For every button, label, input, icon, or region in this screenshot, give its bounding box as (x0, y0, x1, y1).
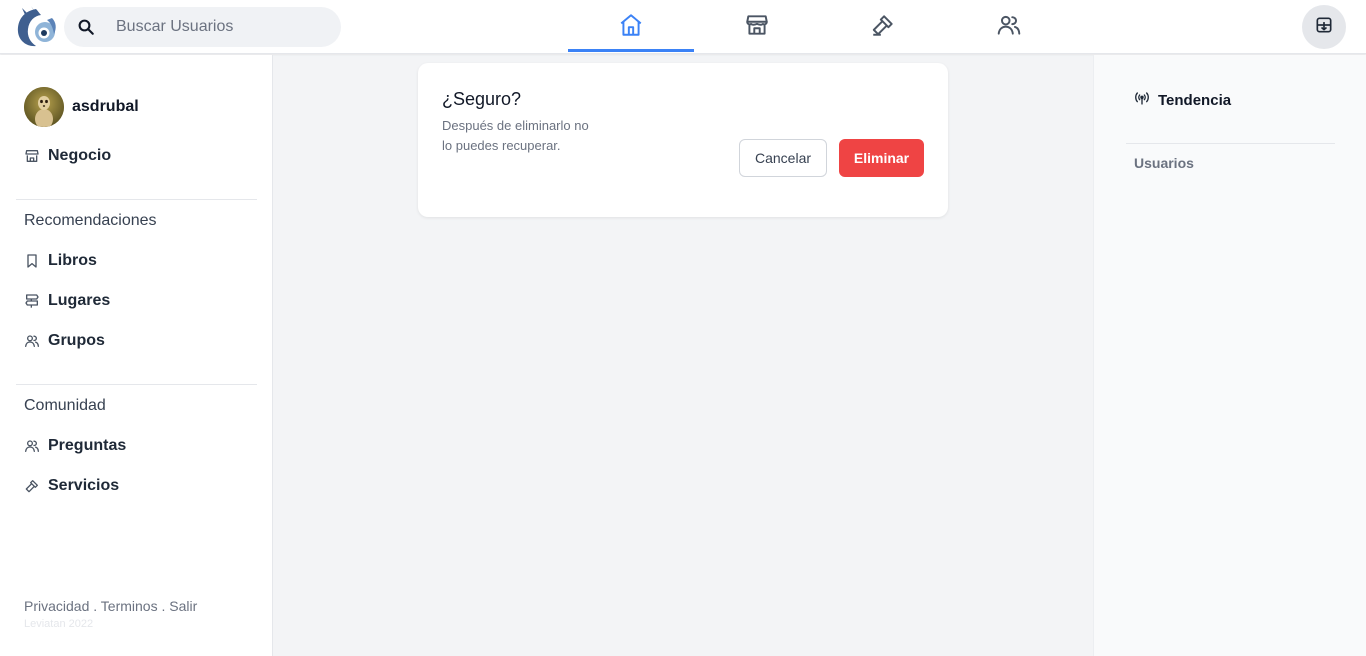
store-icon (24, 148, 40, 164)
sidebar-item-label: Lugares (48, 292, 111, 309)
logo[interactable] (14, 6, 58, 48)
search-input[interactable] (116, 18, 336, 36)
avatar (24, 87, 64, 127)
users-icon (996, 12, 1022, 43)
confirm-delete-dialog: ¿Seguro? Después de eliminarlo no lo pue… (418, 63, 948, 217)
sidebar-item-label: Preguntas (48, 437, 127, 454)
trending-header: Tendencia (1134, 91, 1231, 110)
bookmark-icon (24, 253, 40, 269)
archive-button[interactable] (1302, 5, 1346, 49)
logout-link[interactable]: Salir (169, 598, 197, 614)
home-icon (618, 12, 644, 43)
sidebar-item-libros[interactable]: Libros (24, 252, 97, 270)
profile-link[interactable]: asdrubal (24, 87, 139, 127)
divider (16, 199, 257, 200)
archive-icon (1314, 15, 1334, 40)
delete-button[interactable]: Eliminar (839, 139, 924, 177)
tab-home[interactable] (568, 0, 694, 54)
separator: . (89, 598, 101, 614)
terms-link[interactable]: Terminos (101, 598, 158, 614)
sidebar-item-label: Grupos (48, 332, 105, 349)
section-title-comunidad: Comunidad (24, 397, 106, 414)
sidebar-item-label: Servicios (48, 477, 120, 494)
store-icon (744, 12, 770, 43)
divider (1126, 143, 1335, 144)
dialog-title: ¿Seguro? (442, 89, 522, 109)
section-title-recomendaciones: Recomendaciones (24, 212, 157, 229)
top-navbar (0, 0, 1366, 54)
hammer-icon (24, 478, 40, 494)
footer-links: Privacidad . Terminos . Salir (24, 598, 197, 614)
users-icon (24, 438, 40, 454)
cancel-button[interactable]: Cancelar (739, 139, 827, 177)
broadcast-icon (1134, 91, 1150, 110)
users-section-label: Usuarios (1134, 155, 1194, 171)
tab-users[interactable] (946, 0, 1072, 54)
sidebar-item-preguntas[interactable]: Preguntas (24, 437, 126, 455)
left-sidebar: asdrubal Negocio Recomendaciones Libros … (0, 55, 273, 656)
signpost-icon (24, 293, 40, 309)
separator: . (157, 598, 170, 614)
hammer-icon (870, 12, 896, 43)
right-sidebar: Tendencia Usuarios (1093, 55, 1366, 656)
sidebar-item-label: Negocio (48, 147, 112, 164)
username: asdrubal (72, 98, 139, 115)
sidebar-item-grupos[interactable]: Grupos (24, 332, 105, 350)
users-icon (24, 333, 40, 349)
copyright: Leviatan 2022 (24, 618, 94, 630)
sidebar-item-label: Libros (48, 252, 97, 269)
divider (16, 384, 257, 385)
trending-label: Tendencia (1158, 92, 1232, 109)
sidebar-item-lugares[interactable]: Lugares (24, 292, 110, 310)
sidebar-item-servicios[interactable]: Servicios (24, 477, 119, 495)
tab-services[interactable] (820, 0, 946, 54)
dialog-message: Después de eliminarlo no lo puedes recup… (442, 118, 589, 153)
search-bar (64, 7, 341, 47)
search-icon[interactable] (64, 7, 108, 47)
sidebar-item-negocio[interactable]: Negocio (24, 147, 111, 165)
privacy-link[interactable]: Privacidad (24, 598, 89, 614)
tab-store[interactable] (694, 0, 820, 54)
